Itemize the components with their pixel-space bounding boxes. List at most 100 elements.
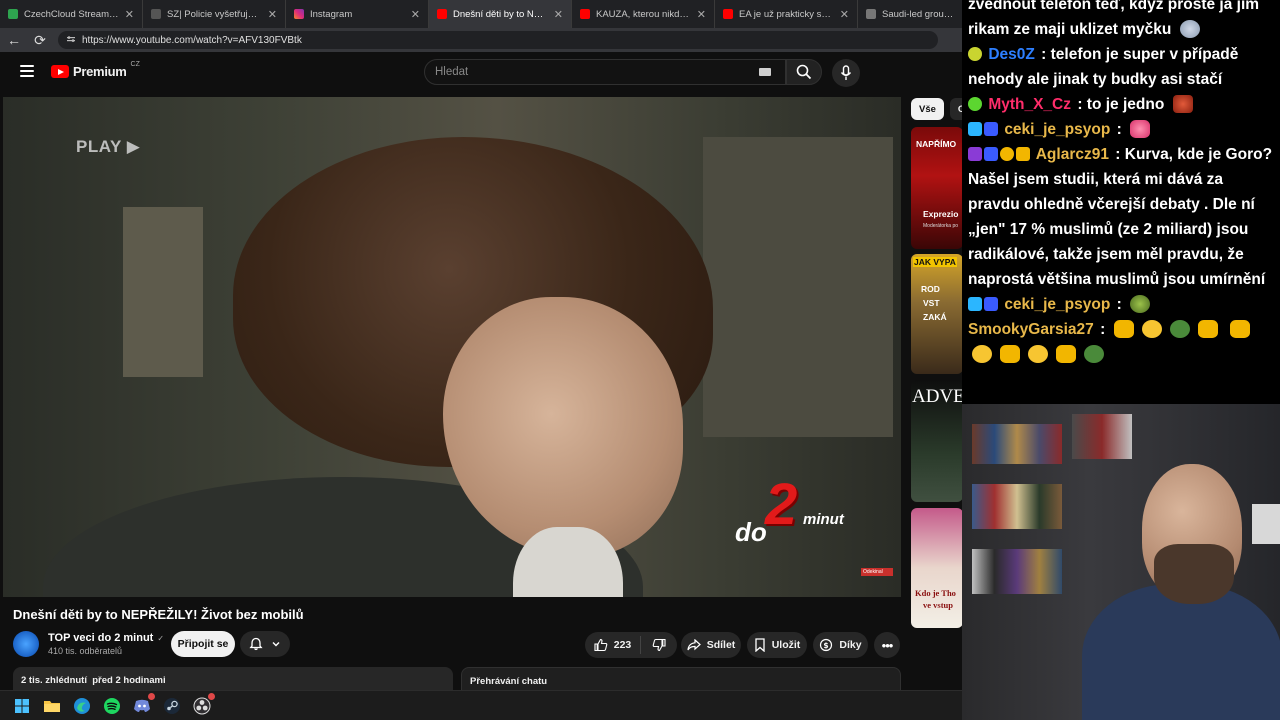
file-explorer-icon[interactable]	[42, 696, 62, 716]
frog-emote-icon	[1130, 295, 1151, 313]
chat-message: ceki_je_psyop :	[968, 292, 1274, 317]
search-icon	[796, 64, 812, 80]
voice-search-button[interactable]	[832, 59, 860, 87]
streamer-webcam	[962, 404, 1280, 720]
like-dislike-group: 223	[585, 632, 677, 658]
vhs-play-overlay: PLAY ▶	[76, 137, 141, 156]
join-button[interactable]: Připojit se	[171, 631, 235, 657]
close-tab-icon[interactable]: ✕	[125, 8, 134, 21]
share-button[interactable]: Sdílet	[681, 632, 741, 658]
recommendation-thumbnail[interactable]: JAK VYPA ROD VST ZAKÁ	[911, 254, 963, 374]
discord-icon[interactable]	[132, 692, 155, 716]
windows-start-icon[interactable]	[12, 696, 32, 716]
bookmark-icon	[755, 638, 765, 652]
close-tab-icon[interactable]: ✕	[268, 8, 277, 21]
pill-badge-icon	[968, 47, 982, 61]
tab-kauza[interactable]: KAUZA, kterou nikdo NECHA ✕	[572, 0, 715, 28]
video-player[interactable]: PLAY ▶ 2 do minut Odekinal	[3, 97, 901, 597]
menu-hamburger-icon[interactable]	[20, 65, 34, 77]
tab-title: EA je už prakticky saúdská. E	[739, 8, 834, 20]
bookshelf	[703, 137, 893, 437]
windows-taskbar	[0, 690, 962, 720]
microphone-icon	[840, 65, 852, 80]
more-actions-icon[interactable]: •••	[874, 632, 900, 658]
tab-ea[interactable]: EA je už prakticky saúdská. E ✕	[715, 0, 858, 28]
channel-name[interactable]: TOP veci do 2 minut ✓	[48, 632, 164, 644]
save-button[interactable]: Uložit	[747, 632, 807, 658]
frog-emote-icon	[1084, 345, 1104, 363]
tab-title: SZ| Policie vyšetřuje Turkovu ne	[167, 8, 262, 20]
chat-message: SmookyGarsia27 :	[968, 317, 1274, 367]
youtube-favicon-icon	[723, 9, 733, 19]
tab-title: CzechCloud Stream - Watch	[24, 8, 119, 20]
search-placeholder: Hledat	[435, 66, 469, 78]
youtube-premium-logo[interactable]: Premium CZ	[51, 61, 140, 79]
thumb-text: ve vstup	[923, 600, 953, 610]
browser-toolbar: ← ⟳ https://www.youtube.com/watch?v=AFV1…	[0, 28, 962, 52]
thumb-text: ADVE	[912, 386, 963, 407]
like-button[interactable]: 223	[585, 636, 641, 654]
reload-icon[interactable]: ⟳	[32, 32, 48, 48]
edge-icon[interactable]	[72, 696, 92, 716]
chip-all[interactable]: Vše	[911, 98, 944, 120]
chat-text: zvednout telefon teď, když prostě já jim	[968, 0, 1260, 13]
site-info-icon[interactable]	[66, 35, 76, 45]
back-arrow-icon[interactable]: ←	[6, 32, 22, 48]
notifications-button[interactable]	[240, 631, 290, 657]
search-input[interactable]: Hledat	[424, 59, 786, 85]
bow-emote-icon	[1130, 120, 1151, 138]
logo-country-code: CZ	[130, 61, 140, 68]
dance-emote-icon	[1197, 320, 1218, 338]
watermark-minut: minut	[803, 511, 844, 528]
chat-message: Myth_X_Cz : to je jedno	[968, 92, 1274, 117]
chat-username: Myth_X_Cz	[988, 96, 1071, 113]
tab-title: Instagram	[310, 8, 353, 20]
super-thanks-icon: $	[820, 638, 833, 652]
svg-text:$: $	[824, 641, 829, 650]
channel-avatar[interactable]	[13, 631, 39, 657]
tab-sz[interactable]: SZ| Policie vyšetřuje Turkovu ne ✕	[143, 0, 286, 28]
obs-icon[interactable]	[192, 692, 215, 716]
tab-instagram[interactable]: Instagram ✕	[286, 0, 429, 28]
chat-username: Des0Z	[988, 46, 1035, 63]
corner-tag: Odekinal	[861, 568, 893, 576]
steam-icon[interactable]	[162, 696, 182, 716]
notification-dot	[208, 692, 215, 700]
recommendation-thumbnail[interactable]: Kdo je Tho ve vstup	[911, 508, 963, 628]
chat-message: rikam ze maji uklizet myčku	[968, 17, 1274, 42]
share-arrow-icon	[687, 639, 701, 651]
chat-text: :	[1100, 321, 1106, 338]
watermark-do: do	[735, 517, 767, 547]
thanks-button[interactable]: $ Díky	[813, 632, 868, 658]
channel-name-text: TOP veci do 2 minut	[48, 632, 154, 644]
thumb-text: ROD	[921, 284, 940, 294]
tab-saudi[interactable]: Saudi-led group complet	[858, 0, 962, 28]
gem-badge-icon	[984, 147, 998, 161]
recommendation-thumbnail[interactable]: NAPŘÍMO Exprezio Moderátorka po	[911, 127, 963, 249]
thumb-text: Exprezio	[923, 209, 959, 219]
keyboard-icon[interactable]	[759, 68, 771, 76]
close-tab-icon[interactable]: ✕	[840, 8, 849, 21]
books-row	[972, 424, 1062, 464]
close-tab-icon[interactable]: ✕	[697, 8, 706, 21]
chat-text: : Kurva, kde je Goro? Našel jsem studii,…	[968, 146, 1273, 288]
close-tab-icon[interactable]: ✕	[411, 8, 420, 21]
stream-chat-overlay: zvednout telefon teď, když prostě já jim…	[962, 0, 1280, 404]
dislike-button[interactable]	[641, 638, 677, 652]
address-bar[interactable]: https://www.youtube.com/watch?v=AFV130FV…	[58, 31, 938, 49]
close-tab-icon[interactable]: ✕	[554, 8, 563, 21]
laughing-emote-icon	[972, 345, 992, 363]
tab-czechcloud[interactable]: CzechCloud Stream - Watch ✕	[0, 0, 143, 28]
thumb-text: JAK VYPA	[913, 257, 957, 267]
thumb-text: NAPŘÍMO	[916, 139, 957, 149]
chat-message: ceki_je_psyop :	[968, 117, 1274, 142]
youtube-play-logo-icon	[51, 65, 69, 78]
crying-emote-icon	[1179, 20, 1200, 38]
spotify-icon[interactable]	[102, 696, 122, 716]
thumb-text: Kdo je Tho	[915, 588, 956, 598]
recommendation-thumbnail[interactable]: ADVE	[911, 380, 963, 502]
search-button[interactable]	[786, 59, 822, 85]
tab-youtube-active[interactable]: Dnešní děti by to NEPŘEŽILY ✕	[429, 0, 572, 28]
laughing-emote-icon	[1141, 320, 1162, 338]
bell-icon	[249, 637, 263, 651]
